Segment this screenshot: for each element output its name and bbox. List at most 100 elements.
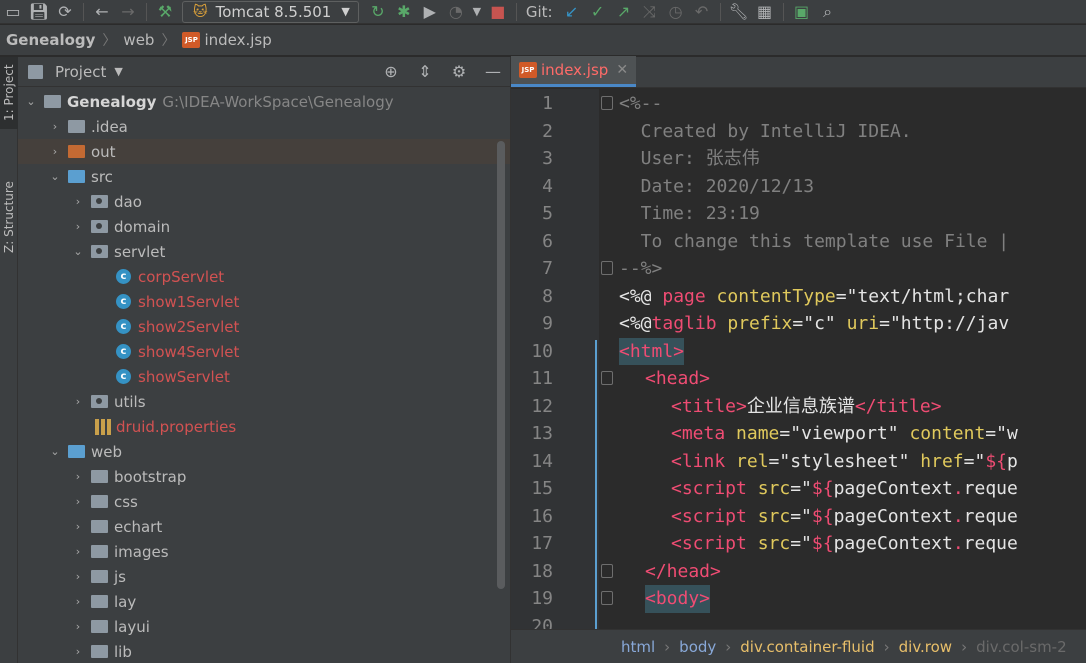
code-area[interactable]: 1 <%-- 2 Created by IntelliJ IDEA. 3 User… [511,90,1086,630]
tree-item-out[interactable]: › out [18,139,510,164]
chevron-right-icon[interactable]: › [71,645,85,658]
tree-item-root[interactable]: ⌄ Genealogy G:\IDEA-WorkSpace\Genealogy [18,89,510,114]
code-text: <script src="${pageContext.reque [671,530,1018,558]
build-hammer-icon[interactable]: ⚒ [152,0,178,24]
git-update-icon[interactable]: ↙ [559,0,585,24]
breadcrumb-folder[interactable]: web [123,31,154,49]
locate-crosshair-icon[interactable]: ⊕ [374,62,408,81]
tree-item-dao[interactable]: › dao [18,189,510,214]
rerun-icon[interactable]: ↻ [365,0,391,24]
chevron-down-icon[interactable]: ⌄ [48,445,62,458]
tree-item-class[interactable]: c show2Servlet [18,314,510,339]
chevron-down-icon[interactable]: ⌄ [48,170,62,183]
tree-item-servlet[interactable]: ⌄ servlet [18,239,510,264]
code-token: <script [671,533,758,554]
breadcrumb-div-col[interactable]: div.col-sm-2 [976,638,1067,656]
project-tool-tab[interactable]: 1: Project [0,57,18,129]
git-push-icon[interactable]: ↗ [611,0,637,24]
rollback-icon[interactable]: ↶ [689,0,715,24]
breadcrumb-file[interactable]: index.jsp [204,31,271,49]
tree-item-folder[interactable]: › lay [18,589,510,614]
forward-icon[interactable]: → [115,0,141,24]
debug-bug-icon[interactable]: ✱ [391,0,417,24]
project-scrollbar[interactable] [497,141,505,589]
chevron-right-icon[interactable]: › [71,220,85,233]
breadcrumb-div-row[interactable]: div.row [899,638,952,656]
tree-item-folder[interactable]: › echart [18,514,510,539]
code-text: <meta name="viewport" content="w [671,420,1018,448]
tree-item-folder[interactable]: › images [18,539,510,564]
tree-item-folder[interactable]: › layui [18,614,510,639]
chevron-right-icon[interactable]: › [48,120,62,133]
minimize-icon[interactable]: — [476,62,510,81]
close-icon[interactable]: ✕ [616,62,628,78]
breadcrumb-body[interactable]: body [679,638,716,656]
tree-item-src[interactable]: ⌄ src [18,164,510,189]
fold-marker-icon[interactable] [601,261,613,275]
back-icon[interactable]: ← [89,0,115,24]
tree-item-properties[interactable]: druid.properties [18,414,510,439]
chevron-right-icon[interactable]: › [71,470,85,483]
fold-marker-icon[interactable] [601,563,613,578]
terminal-icon[interactable]: ▣ [789,0,815,24]
chevron-right-icon[interactable]: › [71,495,85,508]
tree-item-utils[interactable]: › utils [18,389,510,414]
fold-marker-icon[interactable] [601,371,613,385]
fold-marker-icon[interactable] [601,96,613,110]
line-number: 6 [542,230,553,252]
gear-icon[interactable]: ⚙ [442,62,476,81]
editor-tab-index-jsp[interactable]: JSP index.jsp ✕ [511,56,637,87]
fold-marker-icon[interactable] [601,591,613,605]
excluded-folder-icon [68,145,85,158]
git-merge-icon[interactable]: ⤨ [637,0,663,24]
git-commit-icon[interactable]: ✓ [585,0,611,24]
profile-icon[interactable]: ◔ [443,0,469,24]
code-text: --%> [619,258,663,279]
chevron-right-icon[interactable]: › [71,395,85,408]
structure-tool-tab[interactable]: Z: Structure [0,169,18,265]
chevron-down-icon[interactable]: ⌄ [71,245,85,258]
tree-item-class[interactable]: c showServlet [18,364,510,389]
line-number: 17 [531,533,553,554]
chevron-right-icon[interactable]: › [71,545,85,558]
tree-item-folder[interactable]: › bootstrap [18,464,510,489]
tree-item-class[interactable]: c corpServlet [18,264,510,289]
breadcrumb-html[interactable]: html [621,638,655,656]
tree-item-folder[interactable]: › lib [18,639,510,663]
tree-item-idea[interactable]: › .idea [18,114,510,139]
save-icon[interactable]: 💾︎ [26,0,52,24]
code-token: name [736,423,780,444]
chevron-right-icon[interactable]: › [71,595,85,608]
chevron-right-icon[interactable]: › [71,195,85,208]
run-configuration-select[interactable]: 🐱︎ Tomcat 8.5.501 ▼ [182,0,359,23]
search-icon[interactable]: ⌕ [815,0,841,24]
chevron-right-icon[interactable]: › [71,620,85,633]
breadcrumb-project[interactable]: Genealogy [6,31,95,49]
tree-item-folder[interactable]: › css [18,489,510,514]
history-icon[interactable]: ◷ [663,0,689,24]
open-icon[interactable]: ▭ [0,0,26,24]
code-token: src [757,533,791,554]
project-panel-header: Project ▼ ⊕ ⇕ ⚙ — [18,57,510,87]
folder-icon [91,620,108,633]
tree-item-class[interactable]: c show1Servlet [18,289,510,314]
run-coverage-icon[interactable]: ▶ [417,0,443,24]
chevron-right-icon[interactable]: › [71,520,85,533]
breadcrumb-div-container[interactable]: div.container-fluid [740,638,874,656]
chevron-down-icon[interactable]: ▼ [114,65,122,78]
settings-wrench-icon[interactable]: 🔧︎ [726,0,752,24]
chevron-down-icon[interactable]: ⌄ [24,95,38,108]
chevron-down-icon[interactable]: ▼ [469,0,485,24]
tree-item-folder[interactable]: › js [18,564,510,589]
chevron-right-icon[interactable]: › [71,570,85,583]
tree-item-domain[interactable]: › domain [18,214,510,239]
project-view-title[interactable]: Project [55,63,106,81]
stop-icon[interactable]: ■ [485,0,511,24]
tomcat-icon: 🐱︎ [193,3,208,20]
collapse-all-icon[interactable]: ⇕ [408,62,442,81]
chevron-right-icon[interactable]: › [48,145,62,158]
tree-item-class[interactable]: c show4Servlet [18,339,510,364]
tree-item-web[interactable]: ⌄ web [18,439,510,464]
project-structure-icon[interactable]: ▦ [752,0,778,24]
sync-icon[interactable]: ⟳ [52,0,78,24]
